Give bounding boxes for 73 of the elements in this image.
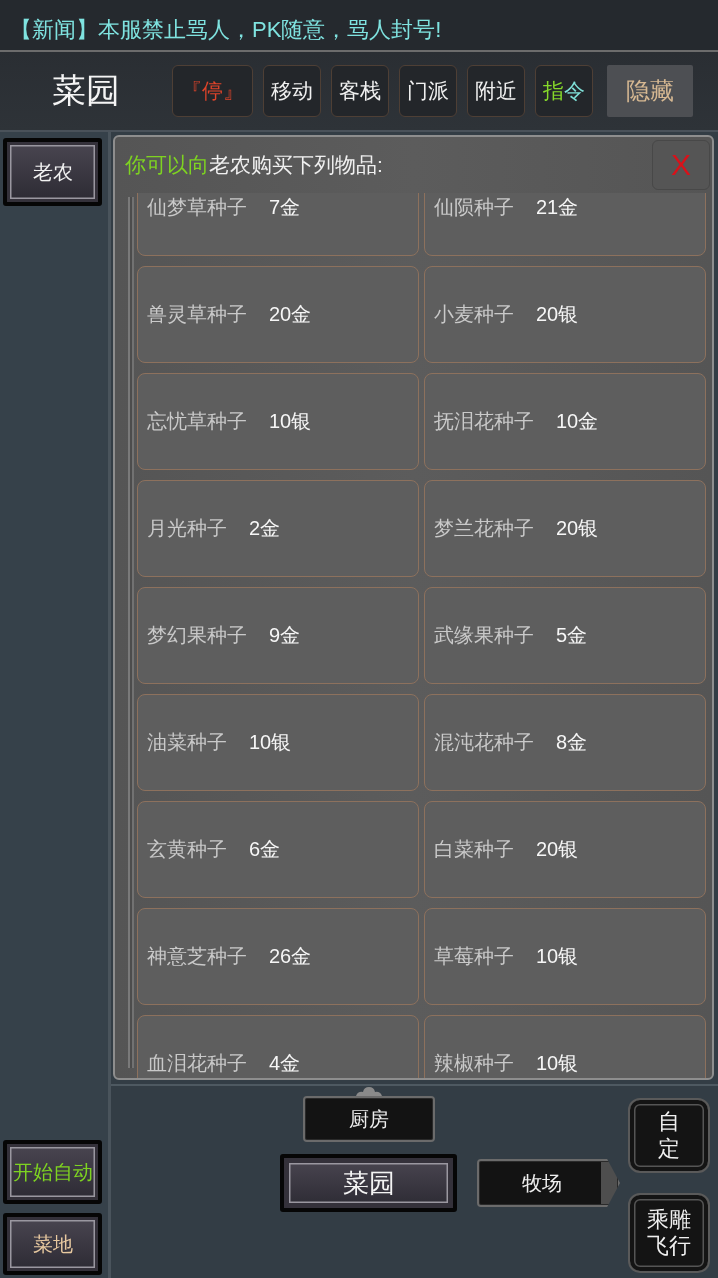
item-price: 21金 (536, 195, 579, 220)
item-price: 10金 (556, 409, 599, 434)
item-card[interactable]: 小麦种子 20银 (424, 266, 706, 363)
map-location-button[interactable]: 牧场 (477, 1159, 620, 1207)
nav-button[interactable]: 门派 (399, 65, 457, 117)
item-name: 小麦种子 (434, 302, 514, 327)
item-name: 神意芝种子 (147, 944, 247, 969)
npc-button[interactable]: 老农 (3, 138, 102, 206)
item-card[interactable]: 仙梦草种子 7金 (137, 193, 419, 256)
item-name: 油菜种子 (147, 730, 227, 755)
item-name: 玄黄种子 (147, 837, 227, 862)
item-name: 血泪花种子 (147, 1051, 247, 1076)
item-price: 7金 (269, 195, 301, 220)
item-name: 抚泪花种子 (434, 409, 534, 434)
map-location-button[interactable]: 厨房 (302, 1096, 435, 1142)
item-name: 忘忧草种子 (147, 409, 247, 434)
item-name: 兽灵草种子 (147, 302, 247, 327)
item-name: 草莓种子 (434, 944, 514, 969)
item-price: 5金 (556, 623, 588, 648)
nav-button[interactable]: 附近 (467, 65, 525, 117)
item-name: 梦幻果种子 (147, 623, 247, 648)
item-price: 10银 (249, 730, 292, 755)
side-action-button[interactable]: 乘雕飞行 (628, 1193, 710, 1273)
item-price: 26金 (269, 944, 312, 969)
place-button[interactable]: 菜地 (3, 1213, 102, 1275)
dialog-prompt: 你可以向老农购买下列物品: (125, 152, 383, 178)
item-name: 仙陨种子 (434, 195, 514, 220)
item-card[interactable]: 油菜种子 10银 (137, 694, 419, 791)
item-price: 20银 (536, 302, 579, 327)
item-card[interactable]: 神意芝种子 26金 (137, 908, 419, 1005)
item-card[interactable]: 梦兰花种子 20银 (424, 480, 706, 577)
item-name: 仙梦草种子 (147, 195, 247, 220)
item-price: 9金 (269, 623, 301, 648)
item-name: 白菜种子 (434, 837, 514, 862)
nav-button[interactable]: 客栈 (331, 65, 389, 117)
item-name: 武缘果种子 (434, 623, 534, 648)
news-text: 【新闻】本服禁止骂人，PK随意，骂人封号! (10, 17, 442, 42)
item-card[interactable]: 武缘果种子 5金 (424, 587, 706, 684)
item-card[interactable]: 忘忧草种子 10银 (137, 373, 419, 470)
item-name: 月光种子 (147, 516, 227, 541)
nav-button[interactable]: 移动 (263, 65, 321, 117)
location-title: 菜园 (51, 70, 121, 111)
map-location-button[interactable]: 菜园 (280, 1154, 457, 1212)
ornament-icon (353, 1086, 384, 1096)
item-name: 梦兰花种子 (434, 516, 534, 541)
item-price: 2金 (249, 516, 281, 541)
item-price: 8金 (556, 730, 588, 755)
item-price: 4金 (269, 1051, 301, 1076)
item-name: 辣椒种子 (434, 1051, 514, 1076)
item-card[interactable]: 草莓种子 10银 (424, 908, 706, 1005)
item-card[interactable]: 抚泪花种子 10金 (424, 373, 706, 470)
item-card[interactable]: 辣椒种子 10银 (424, 1015, 706, 1078)
item-name: 混沌花种子 (434, 730, 534, 755)
side-action-button[interactable]: 自定 (628, 1098, 710, 1173)
item-price: 10银 (269, 409, 312, 434)
item-card[interactable]: 白菜种子 20银 (424, 801, 706, 898)
item-card[interactable]: 梦幻果种子 9金 (137, 587, 419, 684)
auto-start-button[interactable]: 开始自动 (3, 1140, 102, 1204)
item-card[interactable]: 仙陨种子 21金 (424, 193, 706, 256)
item-price: 20银 (536, 837, 579, 862)
item-price: 20银 (556, 516, 599, 541)
hide-button[interactable]: 隐藏 (607, 65, 693, 117)
command-button[interactable]: 指令 (535, 65, 593, 117)
item-card[interactable]: 混沌花种子 8金 (424, 694, 706, 791)
stop-button[interactable]: 『停』 (172, 65, 253, 117)
item-price: 20金 (269, 302, 312, 327)
item-price: 6金 (249, 837, 281, 862)
item-card[interactable]: 血泪花种子 4金 (137, 1015, 419, 1078)
item-card[interactable]: 玄黄种子 6金 (137, 801, 419, 898)
item-price: 10银 (536, 1051, 579, 1076)
item-card[interactable]: 月光种子 2金 (137, 480, 419, 577)
item-price: 10银 (536, 944, 579, 969)
item-card[interactable]: 兽灵草种子 20金 (137, 266, 419, 363)
